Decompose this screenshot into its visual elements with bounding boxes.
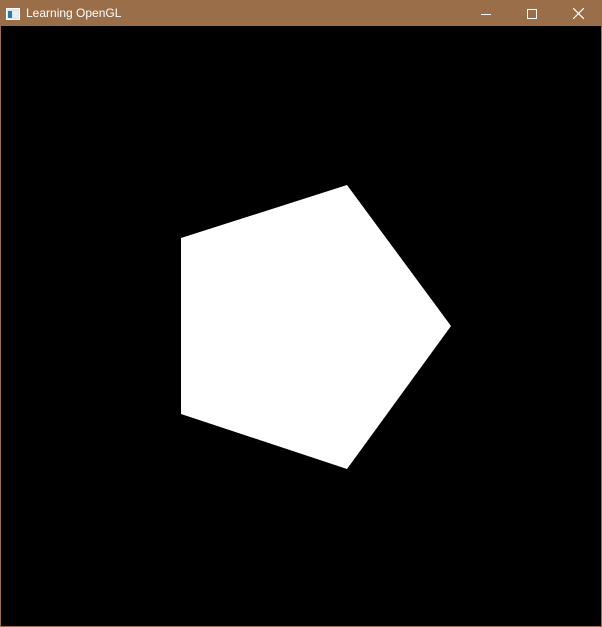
maximize-button[interactable] bbox=[509, 1, 555, 26]
window-title: Learning OpenGL bbox=[26, 6, 122, 20]
minimize-button[interactable] bbox=[463, 1, 509, 26]
minimize-icon bbox=[481, 13, 491, 15]
app-window: Learning OpenGL bbox=[0, 0, 602, 627]
close-button[interactable] bbox=[555, 1, 601, 26]
opengl-viewport[interactable] bbox=[1, 26, 601, 626]
render-surface bbox=[181, 185, 451, 469]
title-bar[interactable]: Learning OpenGL bbox=[1, 1, 601, 26]
window-controls bbox=[463, 1, 601, 26]
maximize-icon bbox=[527, 8, 537, 19]
app-icon bbox=[6, 7, 20, 20]
pentagon-shape bbox=[181, 185, 451, 469]
close-icon bbox=[572, 8, 584, 19]
